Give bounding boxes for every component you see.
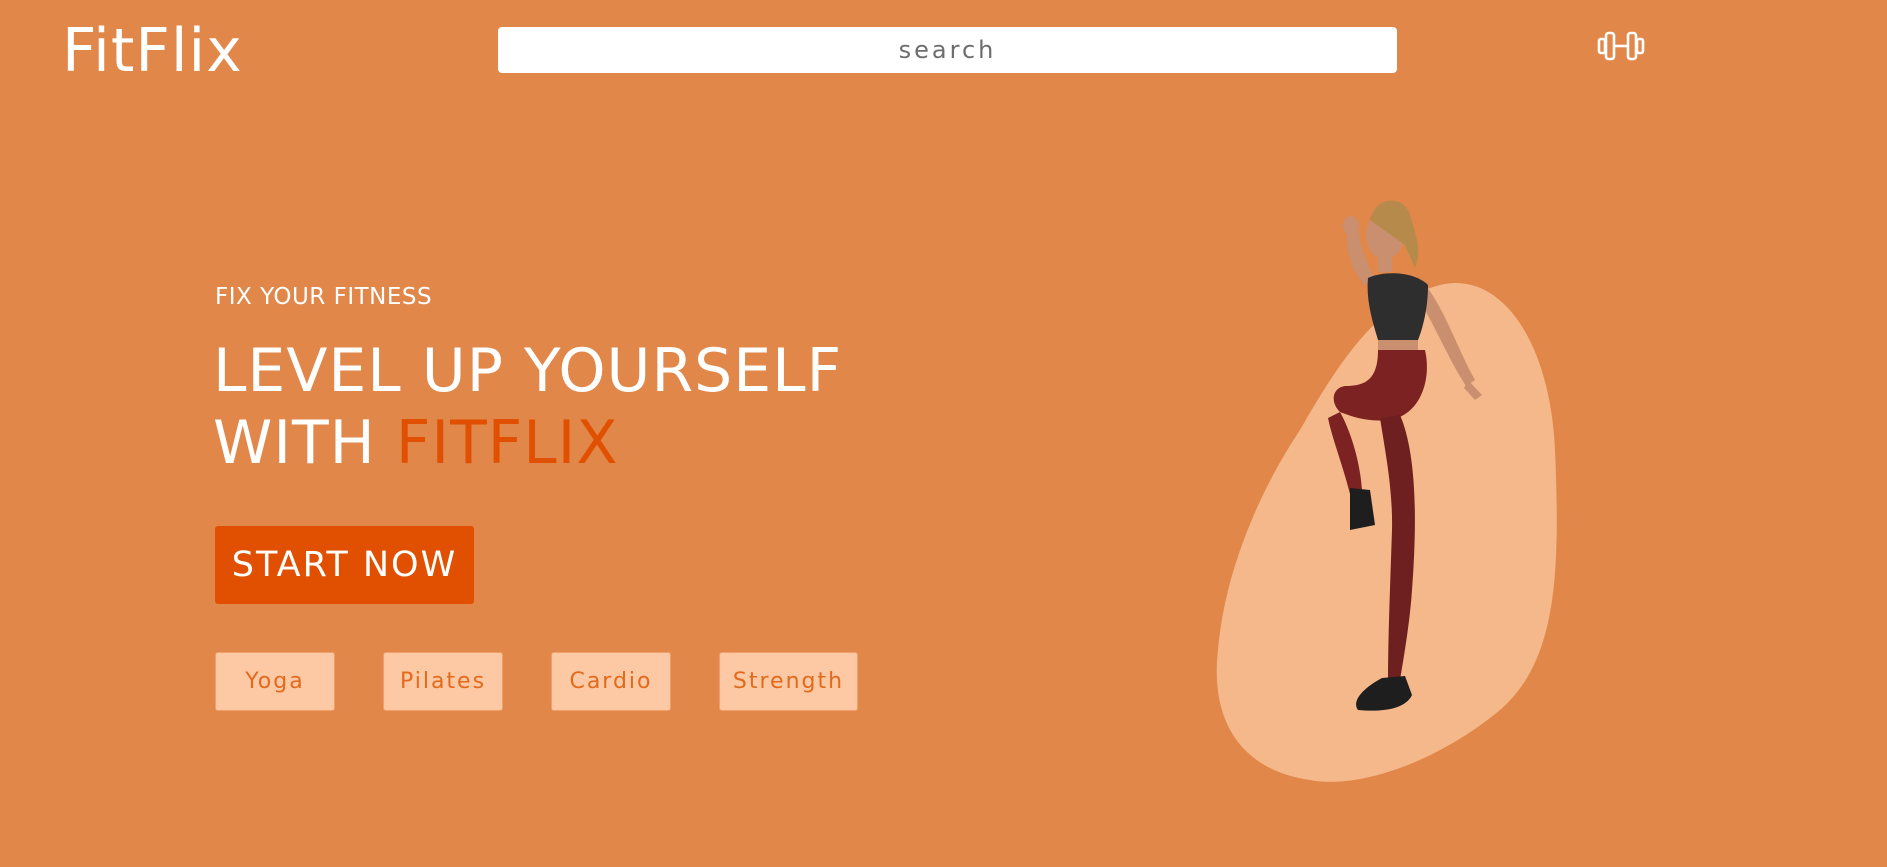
dumbbell-icon[interactable]	[1597, 30, 1645, 62]
chip-yoga[interactable]: Yoga	[215, 652, 335, 711]
chip-strength[interactable]: Strength	[719, 652, 858, 711]
hero-illustration	[1216, 200, 1557, 782]
hero-eyebrow: FIX YOUR FITNESS	[215, 284, 433, 310]
headline-prefix: WITH	[213, 408, 396, 478]
chip-pilates[interactable]: Pilates	[383, 652, 503, 711]
headline-line-2: WITH FITFLIX	[213, 407, 842, 479]
hero-headline: LEVEL UP YOURSELF WITH FITFLIX	[213, 335, 842, 479]
site-logo[interactable]: FitFlix	[62, 16, 243, 86]
chip-cardio[interactable]: Cardio	[551, 652, 671, 711]
headline-accent: FITFLIX	[395, 408, 619, 478]
page: FitFlix FIX YOUR FITNESS LEVEL UP YOURSE…	[0, 0, 1887, 867]
search-input[interactable]	[498, 27, 1397, 73]
headline-line-1: LEVEL UP YOURSELF	[213, 336, 843, 406]
start-now-button[interactable]: START NOW	[215, 526, 474, 604]
